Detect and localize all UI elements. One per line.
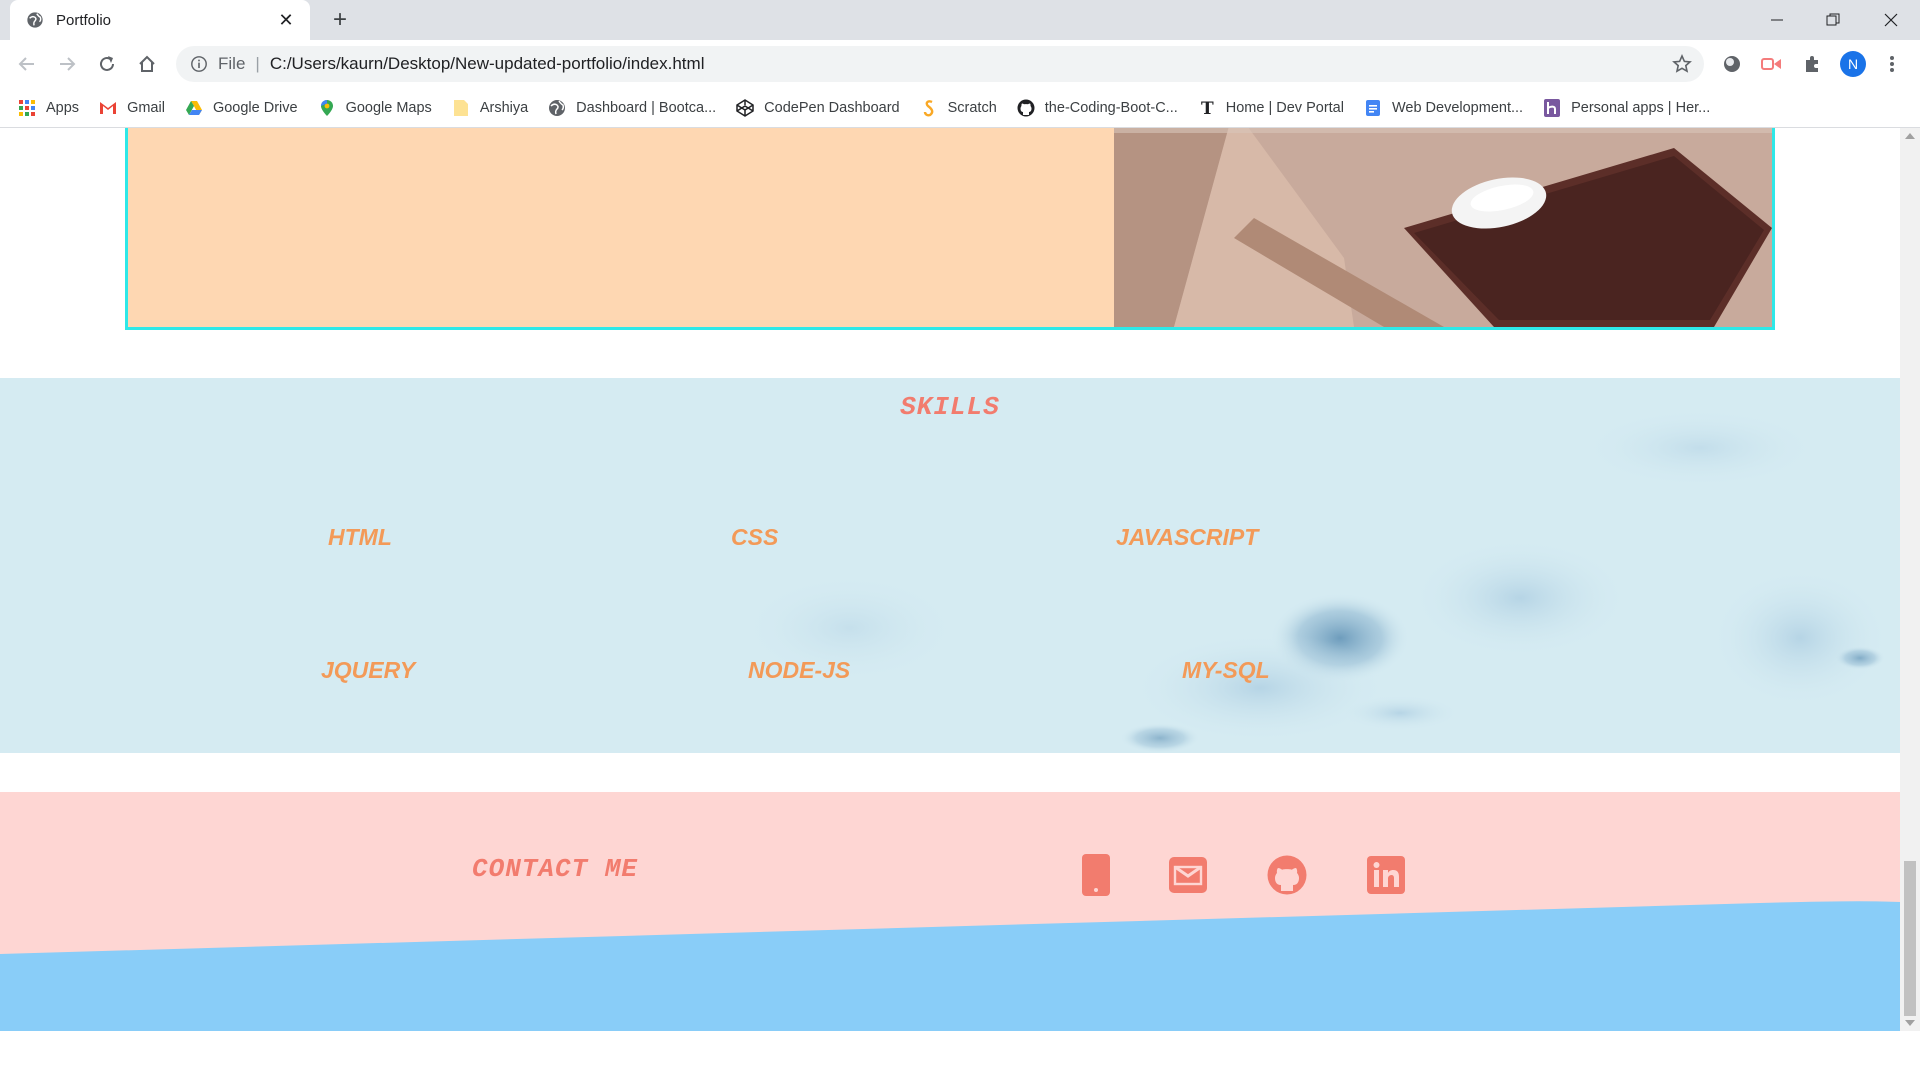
watercolor-background <box>0 378 1900 753</box>
reload-icon <box>100 56 114 71</box>
nyt-icon: T <box>1198 99 1216 117</box>
window-close-button[interactable] <box>1866 0 1916 40</box>
scroll-down-arrow-icon[interactable] <box>1905 1020 1915 1026</box>
codepen-icon <box>736 98 754 117</box>
github-icon <box>1017 99 1035 117</box>
contact-section: CONTACT ME <box>0 792 1900 1031</box>
project-image <box>1114 128 1772 327</box>
forward-button[interactable] <box>53 50 81 78</box>
gmail-icon <box>99 99 117 117</box>
svg-text:T: T <box>1201 99 1214 117</box>
reload-button[interactable] <box>93 50 121 78</box>
bookmark-label: Home | Dev Portal <box>1225 99 1344 116</box>
bookmark-heroku[interactable]: Personal apps | Her... <box>1543 98 1711 117</box>
bookmark-label: Google Maps <box>345 99 432 116</box>
minimize-icon <box>1771 19 1783 21</box>
linkedin-icon[interactable] <box>1363 852 1409 898</box>
record-icon <box>1724 56 1740 72</box>
globe-icon <box>27 12 43 28</box>
bookmark-dashboard-bootcamp[interactable]: Dashboard | Bootca... <box>548 99 716 117</box>
info-icon <box>191 56 207 72</box>
skill-node-js: NODE-JS <box>748 657 851 683</box>
url-scheme: File <box>218 54 246 73</box>
contact-title: CONTACT ME <box>472 854 639 884</box>
home-button[interactable] <box>133 50 161 78</box>
new-tab-button[interactable]: + <box>326 6 354 34</box>
bookmarks-bar: Apps Gmail Google Drive Google Maps Arsh… <box>0 88 1920 128</box>
bookmark-label: Dashboard | Bootca... <box>576 99 717 116</box>
skill-css: CSS <box>731 524 779 550</box>
browser-toolbar: File | C:/Users/kaurn/Desktop/New-update… <box>0 40 1920 88</box>
bookmark-codepen[interactable]: CodePen Dashboard <box>736 98 900 117</box>
extension-record-button[interactable] <box>1720 52 1744 76</box>
puzzle-icon <box>1806 56 1818 72</box>
skill-html: HTML <box>328 524 392 550</box>
scroll-up-arrow-icon[interactable] <box>1905 133 1915 139</box>
tab-bar: Portfolio ✕ + <box>0 0 1920 40</box>
bookmark-dev-portal[interactable]: T Home | Dev Portal <box>1198 99 1344 117</box>
bookmark-google-maps[interactable]: Google Maps <box>318 99 432 117</box>
tab-title: Portfolio <box>56 11 112 29</box>
bookmark-label: Scratch <box>947 99 997 116</box>
google-drive-icon <box>185 99 203 117</box>
project-card <box>125 128 1775 330</box>
back-button[interactable] <box>13 50 41 78</box>
docs-icon <box>1364 99 1382 117</box>
skill-my-sql: MY-SQL <box>1182 657 1270 683</box>
chrome-menu-button[interactable] <box>1880 52 1904 76</box>
minimize-button[interactable] <box>1752 0 1802 40</box>
apps-grid-icon <box>18 99 36 117</box>
more-vertical-icon <box>1890 56 1894 72</box>
folder-icon <box>452 99 470 117</box>
page-viewport: SKILLS HTML CSS JAVASCRIPT JQUERY NODE-J… <box>0 128 1900 1031</box>
bookmark-arshiya[interactable]: Arshiya <box>452 99 528 117</box>
extensions-button[interactable] <box>1800 52 1824 76</box>
bookmark-label: Gmail <box>127 99 165 116</box>
address-bar[interactable]: File | C:/Users/kaurn/Desktop/New-update… <box>176 46 1704 82</box>
forward-arrow-icon <box>60 57 76 71</box>
skill-javascript: JAVASCRIPT <box>1116 524 1259 550</box>
home-icon <box>139 55 155 72</box>
skills-title: SKILLS <box>900 392 1000 422</box>
restore-button[interactable] <box>1808 0 1858 40</box>
github-icon[interactable] <box>1264 852 1310 898</box>
bookmark-label: Personal apps | Her... <box>1571 99 1711 116</box>
tab-close-icon[interactable]: ✕ <box>276 10 296 31</box>
back-arrow-icon <box>18 57 34 71</box>
bookmark-gmail[interactable]: Gmail <box>99 99 165 117</box>
globe-icon <box>548 99 566 117</box>
bookmark-scratch[interactable]: Scratch <box>920 99 997 117</box>
bookmark-label: Arshiya <box>479 99 529 116</box>
window-close-icon <box>1884 13 1898 27</box>
heroku-icon <box>1543 98 1561 117</box>
scratch-icon <box>920 99 938 117</box>
bookmark-label: Google Drive <box>212 99 298 116</box>
bookmark-google-drive[interactable]: Google Drive <box>185 99 298 117</box>
bookmark-star-icon[interactable] <box>1672 54 1692 74</box>
bookmark-label: CodePen Dashboard <box>764 99 900 116</box>
email-icon[interactable] <box>1165 852 1211 898</box>
browser-tab[interactable]: Portfolio ✕ <box>10 0 310 40</box>
bookmark-label: the-Coding-Boot-C... <box>1044 99 1178 116</box>
bookmark-web-development[interactable]: Web Development... <box>1364 99 1523 117</box>
restore-icon <box>1826 13 1840 26</box>
skills-section: SKILLS HTML CSS JAVASCRIPT JQUERY NODE-J… <box>0 378 1900 753</box>
phone-icon[interactable] <box>1073 852 1119 898</box>
skill-jquery: JQUERY <box>321 657 416 683</box>
scroll-thumb[interactable] <box>1904 861 1916 1016</box>
bookmark-label: Apps <box>46 99 80 116</box>
extension-screencast-button[interactable] <box>1760 52 1784 76</box>
screencast-icon <box>1761 58 1781 70</box>
url-separator: | <box>255 54 260 73</box>
profile-avatar[interactable]: N <box>1840 51 1866 77</box>
page-scrollbar[interactable] <box>1900 128 1920 1031</box>
wave-decoration <box>0 901 1900 1031</box>
bookmark-label: Web Development... <box>1391 99 1524 116</box>
url-text: C:/Users/kaurn/Desktop/New-updated-portf… <box>269 54 705 73</box>
google-maps-icon <box>318 99 336 117</box>
bookmark-coding-boot-camp[interactable]: the-Coding-Boot-C... <box>1017 99 1178 117</box>
bookmark-apps[interactable]: Apps <box>18 99 79 117</box>
